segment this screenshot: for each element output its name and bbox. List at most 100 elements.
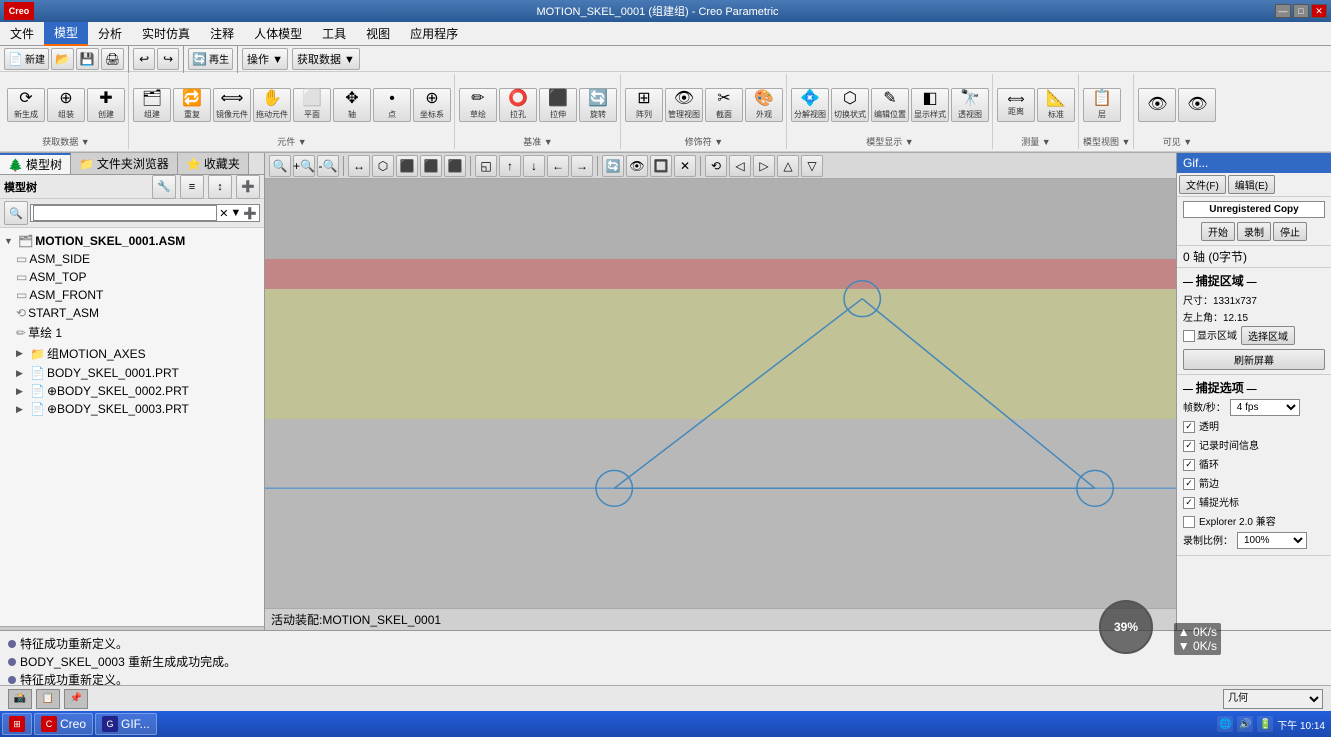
vp-extra2[interactable]: ◁ (729, 155, 751, 177)
tree-item-asmside[interactable]: ▭ ASM_SIDE (0, 250, 264, 268)
menu-analysis[interactable]: 分析 (88, 22, 132, 46)
editpos-btn[interactable]: ✎编辑位置 (871, 88, 909, 122)
new-button[interactable]: 📄新建 (4, 48, 49, 70)
rp-edit-menu[interactable]: 编辑(E) (1228, 175, 1275, 194)
show-region-checkbox[interactable] (1183, 330, 1195, 342)
vp-close[interactable]: ✕ (674, 155, 696, 177)
record-btn[interactable]: 录制 (1237, 222, 1271, 241)
start-btn[interactable]: 开始 (1201, 222, 1235, 241)
tree-item-sketch1[interactable]: ✏ 草绘 1 (0, 322, 264, 343)
redo-button[interactable]: ↪ (157, 48, 179, 70)
vp-zoom-in[interactable]: +🔍 (293, 155, 315, 177)
distance-btn[interactable]: ⟺距离 (997, 88, 1035, 122)
expand-root-icon[interactable]: ▼ (4, 236, 16, 246)
visible-btn2[interactable]: 👁 (1178, 88, 1216, 122)
visible-btn[interactable]: 👁 (1138, 88, 1176, 122)
menu-tools[interactable]: 工具 (312, 22, 356, 46)
drag-button[interactable]: ✋拖动元件 (253, 88, 291, 122)
regenerate-button[interactable]: 🔄再生 (188, 48, 233, 70)
menu-human-model[interactable]: 人体模型 (244, 22, 312, 46)
tree-expand-btn[interactable]: ↕ (208, 175, 232, 199)
vp-extra5[interactable]: ▽ (801, 155, 823, 177)
tab-model-tree[interactable]: 🌲 模型树 (0, 153, 71, 174)
menu-view[interactable]: 视图 (356, 22, 400, 46)
select-region-btn[interactable]: 选择区域 (1241, 326, 1295, 345)
start-menu-button[interactable]: ⊞ (2, 713, 32, 735)
vp-extra1[interactable]: ⟲ (705, 155, 727, 177)
refresh-btn[interactable]: 刷新屏幕 (1183, 349, 1325, 370)
vp-nav1[interactable]: ↑ (499, 155, 521, 177)
extrude-btn[interactable]: ⬛拉伸 (539, 88, 577, 122)
cmd-icon3[interactable]: 📌 (64, 689, 88, 709)
taskbar-gif-item[interactable]: G GIF... (95, 713, 157, 735)
tree-item-asmtop[interactable]: ▭ ASM_TOP (0, 268, 264, 286)
array-btn[interactable]: ⊞阵列 (625, 88, 663, 122)
expand-body002-icon[interactable]: ▶ (16, 386, 28, 397)
menu-realtime-sim[interactable]: 实时仿真 (132, 22, 200, 46)
coord-button[interactable]: ⊕坐标系 (413, 88, 451, 122)
assemble-button[interactable]: ⊕组装 (47, 88, 85, 122)
repeat-button[interactable]: 🔁重复 (173, 88, 211, 122)
canvas-area[interactable] (265, 179, 1176, 608)
tree-root-item[interactable]: ▼ 🗂 MOTION_SKEL_0001.ASM (0, 232, 264, 250)
menu-file[interactable]: 文件 (0, 22, 44, 46)
hole-btn[interactable]: ⭕拉孔 (499, 88, 537, 122)
network-tray-icon[interactable]: 🌐 (1217, 716, 1233, 732)
volume-tray-icon[interactable]: 🔊 (1237, 716, 1253, 732)
vp-frame[interactable]: 🔲 (650, 155, 672, 177)
vp-top[interactable]: ⬛ (396, 155, 418, 177)
vp-zoom-out[interactable]: -🔍 (317, 155, 339, 177)
layer-btn[interactable]: 📋层 (1083, 88, 1121, 122)
menu-model[interactable]: 模型 (44, 22, 88, 46)
expand-body001-icon[interactable]: ▶ (16, 368, 28, 379)
viewport[interactable]: 🔍 +🔍 -🔍 ↔ ⬡ ⬛ ⬛ ⬛ ◱ ↑ ↓ ← → 🔄 👁 🔲 ✕ (265, 153, 1176, 630)
tree-settings-btn[interactable]: 🔧 (152, 175, 176, 199)
point-button[interactable]: •点 (373, 88, 411, 122)
vp-rotate[interactable]: 🔄 (602, 155, 624, 177)
open-button[interactable]: 📂 (51, 48, 74, 70)
menu-annotation[interactable]: 注释 (200, 22, 244, 46)
menu-application[interactable]: 应用程序 (400, 22, 468, 46)
vp-extra4[interactable]: △ (777, 155, 799, 177)
plane-button[interactable]: ⬜平面 (293, 88, 331, 122)
create-button[interactable]: ✚创建 (87, 88, 125, 122)
record-time-checkbox[interactable] (1183, 440, 1195, 452)
print-button[interactable]: 🖨 (101, 48, 124, 70)
vp-extra3[interactable]: ▷ (753, 155, 775, 177)
manview-btn[interactable]: 👁管理视图 (665, 88, 703, 122)
close-button[interactable]: ✕ (1311, 4, 1327, 18)
search-input[interactable] (33, 205, 217, 221)
tree-item-motionaxes[interactable]: ▶ 📁 组MOTION_AXES (0, 343, 264, 364)
vp-right[interactable]: ⬛ (444, 155, 466, 177)
undo-button[interactable]: ↩ (133, 48, 155, 70)
vp-zoom-fit[interactable]: 🔍 (269, 155, 291, 177)
std-btn[interactable]: 📐标准 (1037, 88, 1075, 122)
explorer-checkbox[interactable] (1183, 516, 1195, 528)
regen-button[interactable]: ⟳新生成 (7, 88, 45, 122)
minimize-button[interactable]: — (1275, 4, 1291, 18)
cursor-checkbox[interactable] (1183, 497, 1195, 509)
fps-select[interactable]: 4 fps 8 fps 12 fps (1230, 399, 1300, 416)
vp-nav3[interactable]: ← (547, 155, 569, 177)
section-btn[interactable]: ✂截面 (705, 88, 743, 122)
vp-refit[interactable]: ◱ (475, 155, 497, 177)
tree-filter-btn[interactable]: ≡ (180, 175, 204, 199)
switchstyle-btn[interactable]: ⬡切换状式 (831, 88, 869, 122)
ratio-select[interactable]: 100% 75% 50% (1237, 532, 1307, 549)
revolve-btn[interactable]: 🔄旋转 (579, 88, 617, 122)
save-button[interactable]: 💾 (76, 48, 99, 70)
appearance-btn[interactable]: 🎨外观 (745, 88, 783, 122)
maximize-button[interactable]: □ (1293, 4, 1309, 18)
dispstyle-btn[interactable]: ◧显示样式 (911, 88, 949, 122)
vp-front[interactable]: ⬛ (420, 155, 442, 177)
clear-icon[interactable]: ✕ (219, 207, 228, 220)
tree-item-body002[interactable]: ▶ 📄 ⊕BODY_SKEL_0002.PRT (0, 382, 264, 400)
cmd-icon1[interactable]: 📸 (8, 689, 32, 709)
operations-label[interactable]: 操作 ▼ (242, 48, 288, 70)
explode-btn[interactable]: 💠分解视图 (791, 88, 829, 122)
tab-favorites[interactable]: ⭐ 收藏夹 (178, 153, 249, 174)
stop-btn[interactable]: 停止 (1273, 222, 1307, 241)
transparent-checkbox[interactable] (1183, 421, 1195, 433)
tree-item-startasm[interactable]: ⟲ START_ASM (0, 304, 264, 322)
vp-view3d[interactable]: ⬡ (372, 155, 394, 177)
